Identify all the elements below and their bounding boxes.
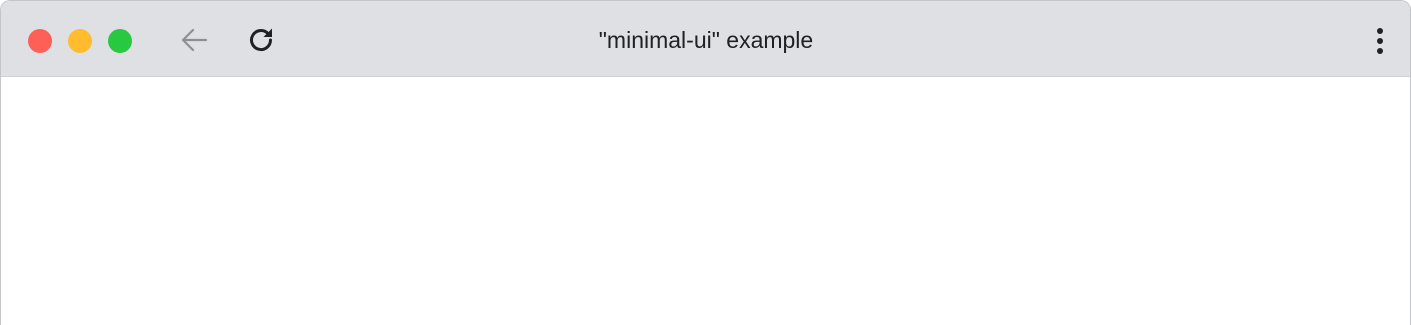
page-content <box>1 77 1410 325</box>
close-window-button[interactable] <box>28 29 52 53</box>
zoom-window-button[interactable] <box>108 29 132 53</box>
minimize-window-button[interactable] <box>68 29 92 53</box>
browser-window: "minimal-ui" example <box>0 0 1411 325</box>
window-title: "minimal-ui" example <box>598 27 814 53</box>
menu-button[interactable] <box>1370 25 1390 57</box>
more-vertical-icon <box>1377 28 1383 54</box>
reload-icon <box>250 28 273 52</box>
back-button[interactable] <box>177 23 211 57</box>
reload-button[interactable] <box>244 23 278 57</box>
arrow-left-icon <box>181 28 208 52</box>
title-bar: "minimal-ui" example <box>1 1 1410 77</box>
